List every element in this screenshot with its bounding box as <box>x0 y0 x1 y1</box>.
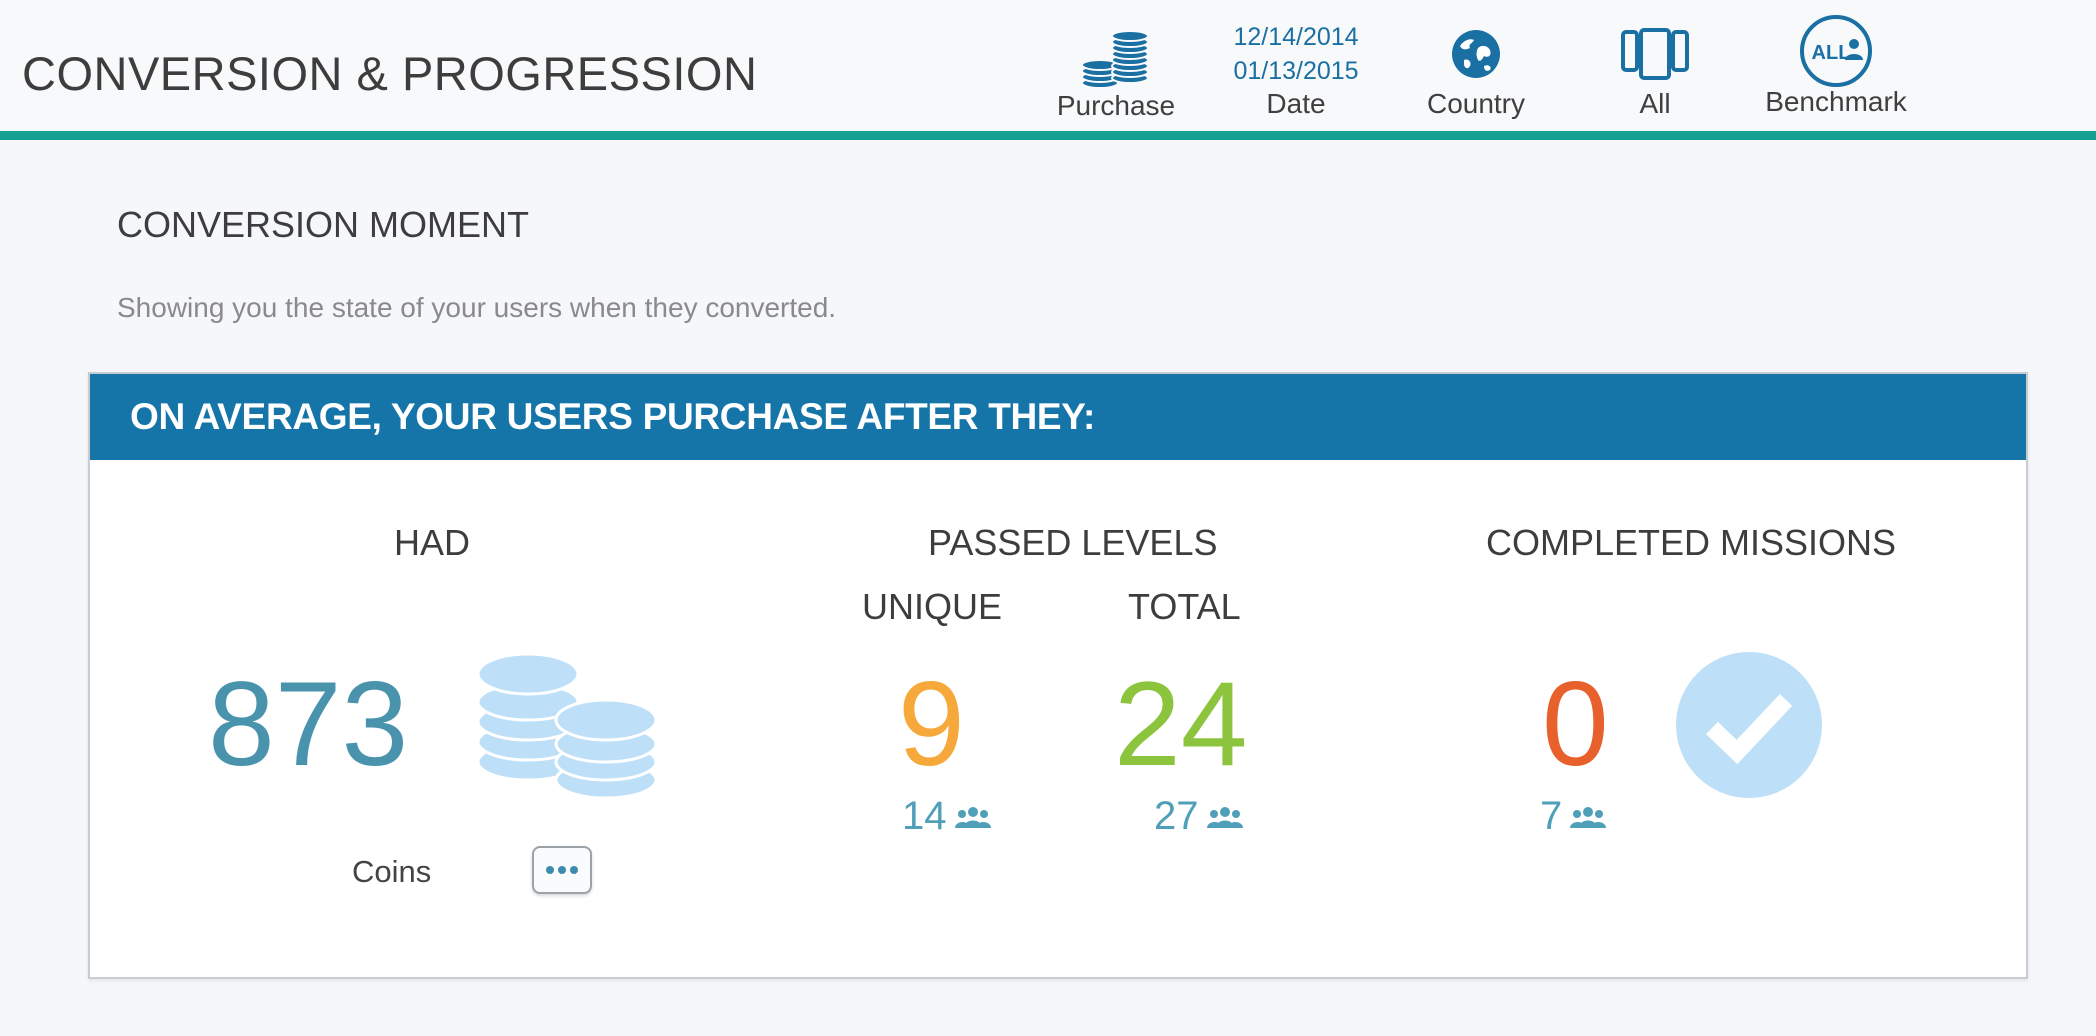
checkmark-circle-icon <box>1676 652 1822 798</box>
all-users-icon: ALL <box>1800 15 1872 87</box>
users-group-icon <box>954 806 991 828</box>
unique-users-value: 14 <box>902 794 947 838</box>
completed-missions-title: COMPLETED MISSIONS <box>1486 522 1897 563</box>
total-label: TOTAL <box>1128 586 1241 627</box>
more-options-button[interactable] <box>532 846 592 894</box>
coins-label: Coins <box>352 854 432 889</box>
all-label: All <box>1639 88 1671 119</box>
card-header: ON AVERAGE, YOUR USERS PURCHASE AFTER TH… <box>90 374 2026 460</box>
purchase-label: Purchase <box>1056 90 1176 121</box>
total-users-count: 27 <box>1154 794 1243 839</box>
unique-levels-value: 9 <box>898 657 965 791</box>
globe-icon <box>1452 30 1500 78</box>
missions-users-value: 7 <box>1540 794 1563 838</box>
missions-users-count: 7 <box>1540 794 1607 839</box>
card-heading: ON AVERAGE, YOUR USERS PURCHASE AFTER TH… <box>130 396 1095 437</box>
ellipsis-icon <box>546 866 578 874</box>
benchmark-label: Benchmark <box>1765 86 1907 117</box>
section-title: CONVERSION MOMENT <box>117 204 530 245</box>
conversion-card: ON AVERAGE, YOUR USERS PURCHASE AFTER TH… <box>88 372 2028 979</box>
date-range-end: 01/13/2015 <box>1233 57 1359 85</box>
users-group-icon <box>1570 806 1607 828</box>
date-label: Date <box>1266 88 1326 119</box>
total-users-value: 27 <box>1154 794 1199 838</box>
date-range-start: 12/14/2014 <box>1233 23 1359 51</box>
country-label: Country <box>1426 88 1526 119</box>
section-subtitle: Showing you the state of your users when… <box>117 292 837 323</box>
coins-value: 873 <box>208 657 409 791</box>
devices-icon <box>1621 28 1689 80</box>
device-filter-button[interactable]: All <box>1610 0 1700 140</box>
coins-icon <box>476 652 658 800</box>
had-title: HAD <box>394 522 471 563</box>
unique-label: UNIQUE <box>862 586 1003 627</box>
benchmark-button[interactable]: ALL Benchmark <box>1764 0 1908 140</box>
users-group-icon <box>1206 806 1243 828</box>
purchase-filter-button[interactable]: Purchase <box>1050 0 1182 140</box>
unique-users-count: 14 <box>902 794 991 839</box>
benchmark-icon-text: ALL <box>1812 42 1851 64</box>
missions-value: 0 <box>1542 657 1609 791</box>
coins-stack-icon <box>1081 30 1149 88</box>
passed-levels-title: PASSED LEVELS <box>928 522 1218 563</box>
page-title: CONVERSION & PROGRESSION <box>22 47 758 100</box>
date-filter-button[interactable]: 12/14/2014 01/13/2015 Date <box>1222 0 1370 140</box>
top-header: CONVERSION & PROGRESSION Purchase 12/14/… <box>0 0 2096 140</box>
country-filter-button[interactable]: Country <box>1416 0 1536 140</box>
total-levels-value: 24 <box>1114 657 1248 791</box>
